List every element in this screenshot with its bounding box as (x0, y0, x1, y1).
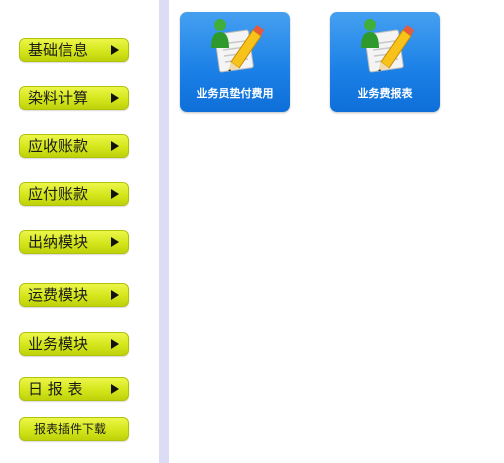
menu-label: 业务模块 (28, 335, 89, 353)
menu-receivables-button[interactable]: 应收账款 (19, 134, 129, 158)
arrow-right-icon (111, 141, 119, 151)
menu-label: 报表插件下载 (34, 422, 107, 436)
arrow-right-icon (111, 290, 119, 300)
arrow-right-icon (111, 45, 119, 55)
menu-daily-report-button[interactable]: 日 报 表 (19, 377, 129, 401)
arrow-right-icon (111, 93, 119, 103)
menu-dye-calculation-button[interactable]: 染料计算 (19, 86, 129, 110)
sidebar-menu: 基础信息 染料计算 应收账款 应付账款 出纳模块 运费模块 业务模块 日 报 表… (0, 0, 159, 463)
arrow-right-icon (111, 237, 119, 247)
sidebar-divider (159, 0, 169, 463)
menu-label: 基础信息 (28, 41, 89, 59)
menu-label: 应付账款 (28, 185, 89, 203)
menu-business-button[interactable]: 业务模块 (19, 332, 129, 356)
menu-label: 运费模块 (28, 286, 89, 304)
menu-label: 出纳模块 (28, 233, 89, 251)
tile-salesman-advance-expense[interactable]: 业务员垫付费用 (180, 12, 290, 112)
menu-payables-button[interactable]: 应付账款 (19, 182, 129, 206)
menu-label: 应收账款 (28, 137, 89, 155)
tile-business-expense-report[interactable]: 业务费报表 (330, 12, 440, 112)
arrow-right-icon (111, 339, 119, 349)
user-edit-icon (211, 19, 264, 73)
user-edit-icon (361, 19, 414, 73)
menu-label: 日 报 表 (28, 380, 83, 398)
tile-label: 业务员垫付费用 (196, 87, 274, 100)
arrow-right-icon (111, 384, 119, 394)
tile-label: 业务费报表 (357, 87, 413, 100)
menu-cashier-button[interactable]: 出纳模块 (19, 230, 129, 254)
menu-freight-button[interactable]: 运费模块 (19, 283, 129, 307)
menu-basic-info-button[interactable]: 基础信息 (19, 38, 129, 62)
arrow-right-icon (111, 189, 119, 199)
menu-report-plugin-download-button[interactable]: 报表插件下载 (19, 417, 129, 441)
menu-label: 染料计算 (28, 89, 89, 107)
